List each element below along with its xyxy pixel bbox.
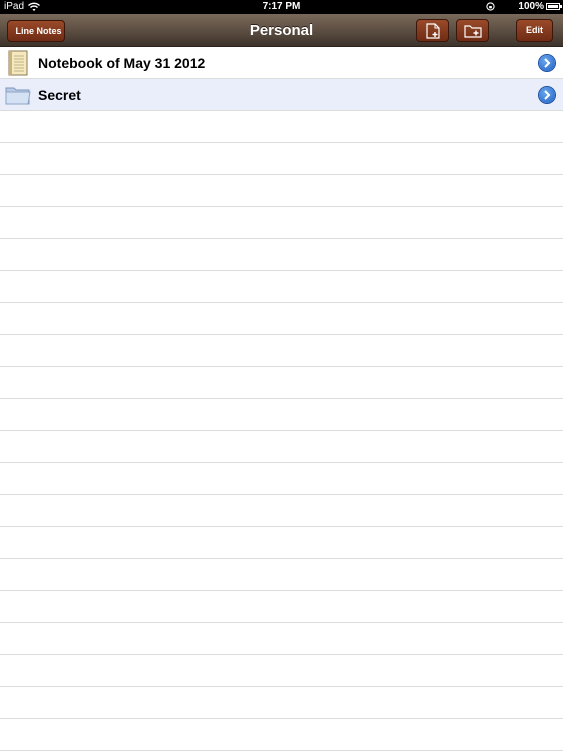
empty-row bbox=[0, 399, 563, 431]
empty-row bbox=[0, 687, 563, 719]
empty-row bbox=[0, 623, 563, 655]
list-item-label: Secret bbox=[38, 87, 81, 103]
empty-row bbox=[0, 719, 563, 751]
empty-row bbox=[0, 367, 563, 399]
notebook-icon bbox=[8, 50, 28, 76]
empty-row bbox=[0, 463, 563, 495]
empty-row bbox=[0, 655, 563, 687]
edit-button[interactable]: Edit bbox=[516, 19, 553, 42]
empty-row bbox=[0, 111, 563, 143]
folder-icon bbox=[5, 87, 31, 105]
empty-row bbox=[0, 175, 563, 207]
notes-list: Notebook of May 31 2012 Secret bbox=[0, 47, 563, 751]
new-note-icon bbox=[425, 22, 440, 39]
empty-row bbox=[0, 303, 563, 335]
empty-row bbox=[0, 559, 563, 591]
empty-row bbox=[0, 271, 563, 303]
disclosure-arrow-icon[interactable] bbox=[539, 87, 555, 103]
empty-row bbox=[0, 207, 563, 239]
clock: 7:17 PM bbox=[262, 1, 301, 12]
empty-row bbox=[0, 143, 563, 175]
rotation-lock-icon bbox=[486, 2, 495, 11]
empty-row bbox=[0, 431, 563, 463]
empty-row bbox=[0, 495, 563, 527]
back-button-label: Line Notes bbox=[15, 26, 62, 36]
disclosure-arrow-icon[interactable] bbox=[539, 55, 555, 71]
list-item-notebook[interactable]: Notebook of May 31 2012 bbox=[0, 47, 563, 79]
list-item-folder[interactable]: Secret bbox=[0, 79, 563, 111]
battery-percent: 100% bbox=[518, 1, 544, 12]
battery-icon bbox=[546, 3, 562, 10]
empty-row bbox=[0, 591, 563, 623]
new-folder-icon bbox=[463, 24, 482, 38]
navigation-bar: Line Notes Personal Edit bbox=[0, 14, 563, 47]
empty-row bbox=[0, 239, 563, 271]
empty-row bbox=[0, 527, 563, 559]
list-item-label: Notebook of May 31 2012 bbox=[38, 55, 206, 71]
status-bar: iPad 7:17 PM 100% bbox=[0, 0, 563, 14]
new-folder-button[interactable] bbox=[456, 19, 489, 42]
empty-row bbox=[0, 335, 563, 367]
new-note-button[interactable] bbox=[416, 19, 449, 42]
